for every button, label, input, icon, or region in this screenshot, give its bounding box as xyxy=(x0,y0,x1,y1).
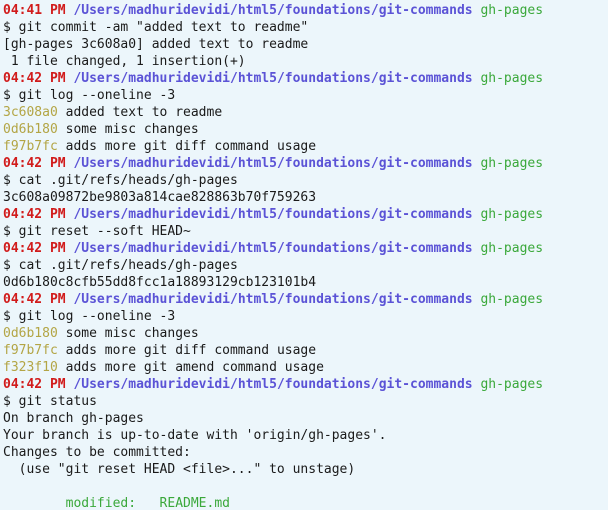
log-entry: f323f10 adds more git amend command usag… xyxy=(3,359,608,376)
commit-hash: 3c608a0 xyxy=(3,105,58,120)
log-entry: 3c608a0 added text to readme xyxy=(3,104,608,121)
command-line: $ git status xyxy=(3,393,608,410)
prompt-time: 04:41 PM xyxy=(3,3,66,18)
prompt-path: /Users/madhuridevidi/html5/foundations/g… xyxy=(73,207,473,222)
command-text: $ git commit -am "added text to readme" xyxy=(3,20,309,35)
log-entry: f97b7fc adds more git diff command usage xyxy=(3,138,608,155)
modified-label: modified: xyxy=(3,496,160,510)
prompt-time: 04:42 PM xyxy=(3,207,66,222)
prompt-path: /Users/madhuridevidi/html5/foundations/g… xyxy=(73,156,473,171)
prompt-branch: gh-pages xyxy=(480,377,544,392)
prompt-branch: gh-pages xyxy=(480,207,544,222)
prompt-path: /Users/madhuridevidi/html5/foundations/g… xyxy=(73,377,473,392)
output-line: 1 file changed, 1 insertion(+) xyxy=(3,53,608,70)
command-text: $ cat .git/refs/heads/gh-pages xyxy=(3,173,238,188)
commit-message: adds more git diff command usage xyxy=(57,343,317,358)
command-line: $ cat .git/refs/heads/gh-pages xyxy=(3,172,608,189)
prompt-branch: gh-pages xyxy=(480,292,544,307)
output-text: 1 file changed, 1 insertion(+) xyxy=(3,54,246,69)
prompt-path: /Users/madhuridevidi/html5/foundations/g… xyxy=(73,3,473,18)
commit-message: added text to readme xyxy=(57,105,223,120)
output-line: 3c608a09872be9803a814cae828863b70f759263 xyxy=(3,189,608,206)
status-modified-line: modified: README.md xyxy=(3,495,608,510)
prompt-line: 04:42 PM /Users/madhuridevidi/html5/foun… xyxy=(3,291,608,308)
prompt-branch: gh-pages xyxy=(480,71,544,86)
command-line: $ git log --oneline -3 xyxy=(3,87,608,104)
command-line: $ cat .git/refs/heads/gh-pages xyxy=(3,257,608,274)
prompt-branch: gh-pages xyxy=(480,241,544,256)
terminal-window[interactable]: 04:41 PM /Users/madhuridevidi/html5/foun… xyxy=(0,0,608,510)
prompt-path: /Users/madhuridevidi/html5/foundations/g… xyxy=(73,292,473,307)
commit-hash: 0d6b180 xyxy=(3,122,58,137)
output-text: (use "git reset HEAD <file>..." to unsta… xyxy=(3,462,356,477)
output-text: 0d6b180c8cfb55dd8fcc1a18893129cb123101b4 xyxy=(3,275,317,290)
command-line: $ git reset --soft HEAD~ xyxy=(3,223,608,240)
output-text: [gh-pages 3c608a0] added text to readme xyxy=(3,37,309,52)
prompt-path: /Users/madhuridevidi/html5/foundations/g… xyxy=(73,71,473,86)
output-text: On branch gh-pages xyxy=(3,411,144,426)
command-text: $ git log --oneline -3 xyxy=(3,88,176,103)
prompt-line: 04:42 PM /Users/madhuridevidi/html5/foun… xyxy=(3,70,608,87)
log-entry: f97b7fc adds more git diff command usage xyxy=(3,342,608,359)
output-line: On branch gh-pages xyxy=(3,410,608,427)
commit-message: some misc changes xyxy=(57,326,199,341)
command-text: $ git status xyxy=(3,394,97,409)
prompt-time: 04:42 PM xyxy=(3,71,66,86)
modified-file: README.md xyxy=(159,496,230,510)
output-line: (use "git reset HEAD <file>..." to unsta… xyxy=(3,461,608,478)
commit-message: some misc changes xyxy=(57,122,199,137)
output-line: Changes to be committed: xyxy=(3,444,608,461)
prompt-line: 04:42 PM /Users/madhuridevidi/html5/foun… xyxy=(3,155,608,172)
commit-hash: 0d6b180 xyxy=(3,326,58,341)
prompt-time: 04:42 PM xyxy=(3,292,66,307)
commit-hash: f323f10 xyxy=(3,360,58,375)
command-line: $ git log --oneline -3 xyxy=(3,308,608,325)
prompt-path: /Users/madhuridevidi/html5/foundations/g… xyxy=(73,241,473,256)
prompt-time: 04:42 PM xyxy=(3,241,66,256)
prompt-line: 04:41 PM /Users/madhuridevidi/html5/foun… xyxy=(3,2,608,19)
prompt-line: 04:42 PM /Users/madhuridevidi/html5/foun… xyxy=(3,240,608,257)
prompt-branch: gh-pages xyxy=(480,3,544,18)
prompt-branch: gh-pages xyxy=(480,156,544,171)
output-text: Changes to be committed: xyxy=(3,445,191,460)
output-line: Your branch is up-to-date with 'origin/g… xyxy=(3,427,608,444)
command-text: $ git reset --soft HEAD~ xyxy=(3,224,191,239)
output-line: 0d6b180c8cfb55dd8fcc1a18893129cb123101b4 xyxy=(3,274,608,291)
command-line: $ git commit -am "added text to readme" xyxy=(3,19,608,36)
log-entry: 0d6b180 some misc changes xyxy=(3,121,608,138)
commit-hash: f97b7fc xyxy=(3,139,58,154)
prompt-line: 04:42 PM /Users/madhuridevidi/html5/foun… xyxy=(3,206,608,223)
command-text: $ git log --oneline -3 xyxy=(3,309,176,324)
prompt-time: 04:42 PM xyxy=(3,156,66,171)
commit-message: adds more git amend command usage xyxy=(57,360,324,375)
output-text: Your branch is up-to-date with 'origin/g… xyxy=(3,428,387,443)
prompt-line: 04:42 PM /Users/madhuridevidi/html5/foun… xyxy=(3,376,608,393)
prompt-time: 04:42 PM xyxy=(3,377,66,392)
log-entry: 0d6b180 some misc changes xyxy=(3,325,608,342)
command-text: $ cat .git/refs/heads/gh-pages xyxy=(3,258,238,273)
output-line: [gh-pages 3c608a0] added text to readme xyxy=(3,36,608,53)
commit-message: adds more git diff command usage xyxy=(57,139,317,154)
output-text: 3c608a09872be9803a814cae828863b70f759263 xyxy=(3,190,317,205)
commit-hash: f97b7fc xyxy=(3,343,58,358)
